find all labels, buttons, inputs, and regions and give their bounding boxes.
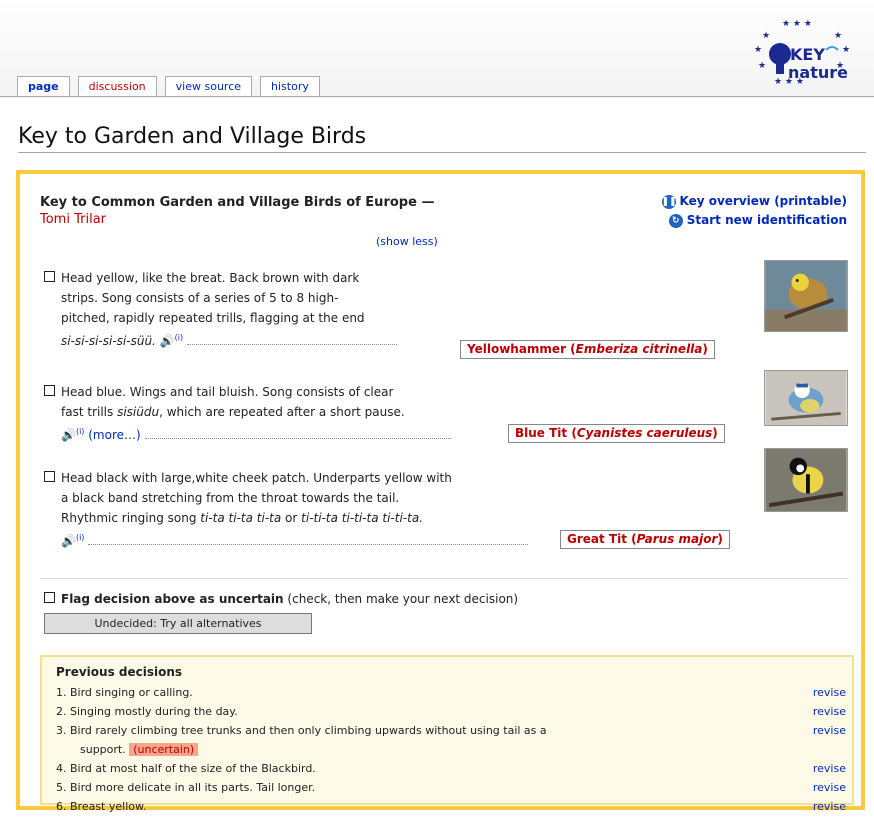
uncertain-badge: (uncertain)	[129, 743, 199, 756]
result-common-name: Yellowhammer	[467, 342, 566, 356]
flag-hint: (check, then make your next decision)	[287, 592, 519, 606]
svg-text:★ ★ ★: ★ ★ ★	[782, 19, 812, 29]
result-latin-name: Emberiza citrinella	[575, 342, 703, 356]
previous-decisions: Previous decisions 1. Bird singing or ca…	[40, 655, 854, 813]
decision-item: 4. Bird at most half of the size of the …	[56, 759, 846, 778]
svg-text:nature: nature	[788, 63, 848, 82]
revise-link[interactable]: revise	[813, 702, 846, 721]
svg-text:★: ★	[754, 45, 762, 55]
blue-tit-photo[interactable]	[764, 370, 848, 426]
key-overview-link[interactable]: ❚❚ Key overview (printable)	[661, 192, 848, 211]
svg-text:★: ★	[762, 31, 770, 41]
page-title: Key to Garden and Village Birds	[18, 124, 367, 149]
key-panel: Key to Common Garden and Village Birds o…	[16, 170, 865, 813]
tab-discussion[interactable]: discussion	[77, 76, 157, 97]
show-less-link[interactable]: (show less)	[376, 235, 438, 248]
speaker-icon[interactable]: 🔊	[160, 334, 175, 348]
key-actions: ❚❚ Key overview (printable) ↻ Start new …	[661, 192, 848, 230]
result-latin-name: Parus major	[636, 532, 718, 546]
choice-text: Head black with large,white cheek patch.…	[61, 471, 452, 485]
choice-text: Rhythmic ringing song	[61, 511, 197, 525]
info-link[interactable]: (i)	[175, 333, 183, 342]
tab-view-source[interactable]: view source	[164, 76, 253, 97]
result-common-name: Great Tit	[567, 532, 627, 546]
decision-text: 2. Singing mostly during the day.	[56, 705, 238, 718]
key-to-nature-logo[interactable]: ★ ★ ★ ★ ★ ★ ★ ★ ★ ★ ★ ★ KEY nature	[746, 14, 866, 90]
song-text: ti-ta ti-ta ti-ta	[200, 511, 282, 525]
svg-text:★: ★	[842, 45, 850, 55]
revise-link[interactable]: revise	[813, 721, 846, 740]
refresh-icon: ↻	[668, 213, 683, 228]
decision-text: 3. Bird rarely climbing tree trunks and …	[56, 724, 547, 737]
result-blue-tit[interactable]: Blue Tit (Cyanistes caeruleus)	[508, 424, 725, 443]
choice-text: a black band stretching from the throat …	[61, 491, 400, 505]
choice-checkbox[interactable]	[44, 271, 55, 282]
result-yellowhammer[interactable]: Yellowhammer (Emberiza citrinella)	[460, 340, 715, 359]
great-tit-photo[interactable]	[764, 448, 848, 512]
revise-link[interactable]: revise	[813, 759, 846, 778]
dotted-leader	[186, 344, 397, 345]
choice-checkbox[interactable]	[44, 471, 55, 482]
svg-text:KEY: KEY	[790, 45, 825, 64]
decision-item: 3. Bird rarely climbing tree trunks and …	[56, 721, 846, 759]
dotted-leader	[88, 544, 529, 545]
decision-text: support.	[80, 743, 126, 756]
choice-text: pitched, rapidly repeated trills, flaggi…	[61, 311, 365, 325]
result-latin-name: Cyanistes caeruleus	[576, 426, 713, 440]
revise-link[interactable]: revise	[813, 797, 846, 816]
decision-item: 6. Breast yellow. revise	[56, 797, 846, 816]
flag-uncertain-checkbox[interactable]	[44, 592, 55, 603]
choice-checkbox[interactable]	[44, 385, 55, 396]
choice-text: , which are repeated after a short pause…	[159, 405, 405, 419]
decision-item: 5. Bird more delicate in all its parts. …	[56, 778, 846, 797]
tab-underline	[0, 96, 874, 97]
flag-label: Flag decision above as uncertain	[61, 592, 284, 606]
choice-text: fast trills	[61, 405, 114, 419]
decision-text: 1. Bird singing or calling.	[56, 686, 193, 699]
speaker-icon[interactable]: 🔊	[61, 534, 76, 548]
choice-text: strips. Song consists of a series of 5 t…	[61, 291, 339, 305]
decision-item: 2. Singing mostly during the day. revise	[56, 702, 846, 721]
choice-text: Head yellow, like the breat. Back brown …	[61, 271, 360, 285]
choice-yellowhammer: Head yellow, like the breat. Back brown …	[44, 268, 744, 351]
author-link[interactable]: Tomi Trilar	[40, 212, 106, 227]
tab-page[interactable]: page	[17, 76, 70, 97]
yellowhammer-photo[interactable]	[764, 260, 848, 332]
choice-text: Head blue. Wings and tail bluish. Song c…	[61, 385, 394, 399]
decision-text: 4. Bird at most half of the size of the …	[56, 762, 316, 775]
decision-text: 6. Breast yellow.	[56, 800, 147, 813]
key-overview-label: Key overview (printable)	[679, 194, 848, 208]
key-title: Key to Common Garden and Village Birds o…	[40, 194, 460, 228]
more-link[interactable]: (more…)	[88, 428, 140, 442]
speaker-icon[interactable]: 🔊	[61, 428, 76, 442]
start-new-label: Start new identification	[686, 213, 847, 227]
result-great-tit[interactable]: Great Tit (Parus major)	[560, 530, 730, 549]
choice-text: or	[285, 511, 298, 525]
decision-item: 1. Bird singing or calling. revise	[56, 683, 846, 702]
title-dash: —	[421, 195, 435, 210]
song-text: sisiüdu	[117, 405, 160, 419]
previous-decisions-heading: Previous decisions	[56, 665, 183, 679]
flag-uncertain-row: Flag decision above as uncertain (check,…	[44, 592, 518, 606]
start-new-identification-link[interactable]: ↻ Start new identification	[662, 211, 847, 230]
info-link[interactable]: (i)	[76, 533, 84, 542]
result-common-name: Blue Tit	[515, 426, 568, 440]
info-link[interactable]: (i)	[76, 427, 84, 436]
song-text: si-si-si-si-si-süü.	[61, 334, 156, 348]
song-text: ti-ti-ta ti-ti-ta ti-ti-ta.	[301, 511, 423, 525]
key-title-text: Key to Common Garden and Village Birds o…	[40, 195, 417, 210]
title-divider	[18, 152, 866, 153]
revise-link[interactable]: revise	[813, 778, 846, 797]
pause-icon: ❚❚	[661, 194, 677, 209]
tab-history[interactable]: history	[260, 76, 320, 97]
decision-text: 5. Bird more delicate in all its parts. …	[56, 781, 316, 794]
revise-link[interactable]: revise	[813, 683, 846, 702]
dotted-leader	[144, 438, 451, 439]
tab-bar: page discussion view source history	[17, 76, 328, 97]
svg-text:★: ★	[758, 61, 766, 71]
svg-text:★: ★	[834, 31, 842, 41]
undecided-button[interactable]: Undecided: Try all alternatives	[44, 613, 312, 634]
divider	[40, 578, 849, 579]
